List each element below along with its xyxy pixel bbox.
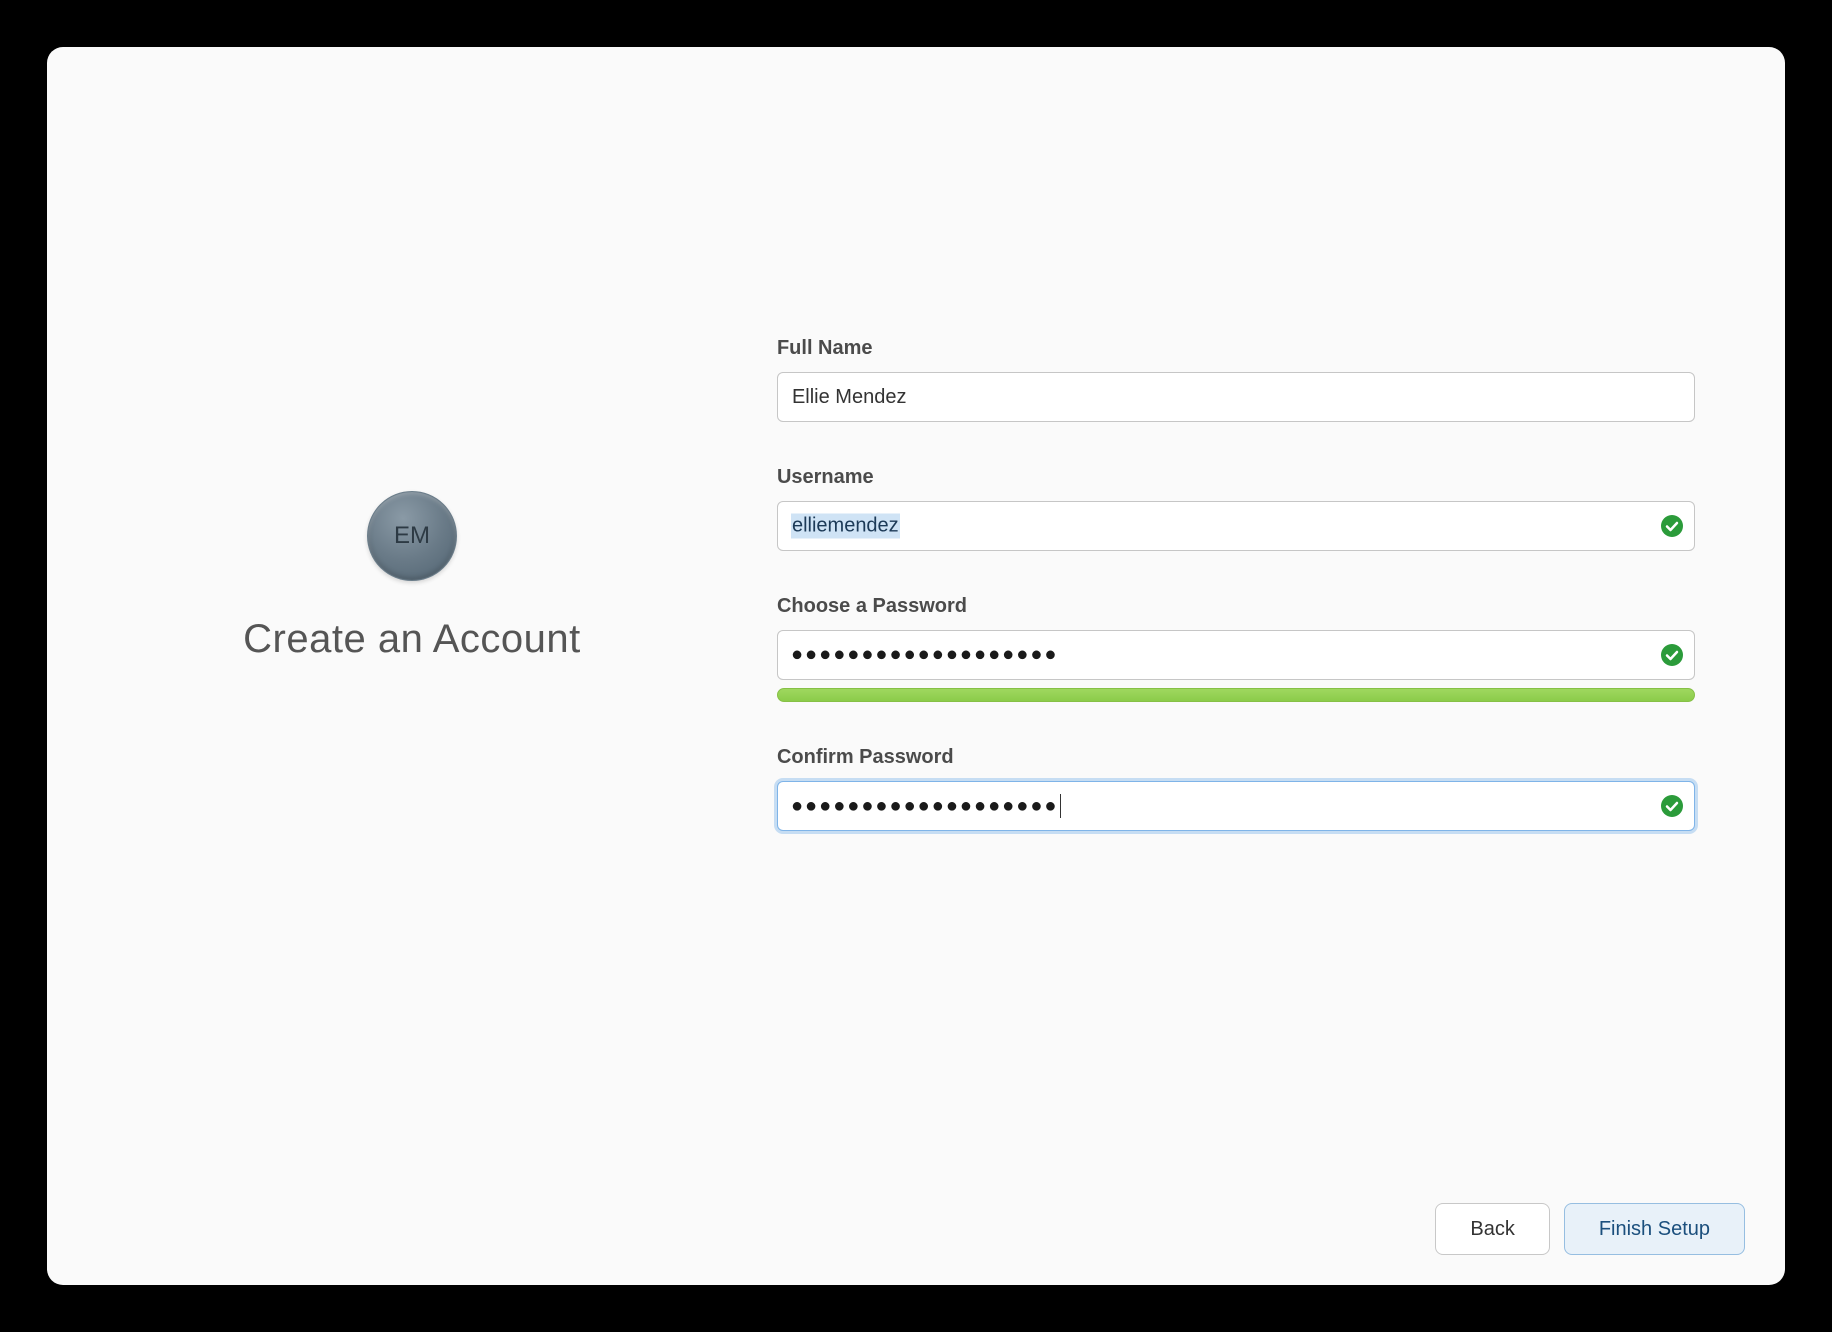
confirm-block: Confirm Password ●●●●●●●●●●●●●●●●●●● [777,746,1695,831]
check-icon [1661,515,1683,537]
form-pane: Full Name Username elliemendez Choose a … [777,47,1785,1285]
setup-window: EM Create an Account Full Name Username … [47,47,1785,1285]
username-block: Username elliemendez [777,466,1695,551]
password-strength-bar [777,688,1695,702]
password-block: Choose a Password ●●●●●●●●●●●●●●●●●●● [777,595,1695,702]
check-icon [1661,795,1683,817]
back-button[interactable]: Back [1435,1203,1549,1255]
avatar-initials: EM [394,522,430,550]
page-title: Create an Account [243,617,581,662]
password-field[interactable] [777,630,1695,680]
confirm-wrap: ●●●●●●●●●●●●●●●●●●● [777,781,1695,831]
left-pane: EM Create an Account [47,47,777,1285]
full-name-wrap [777,372,1695,422]
full-name-block: Full Name [777,337,1695,422]
username-field[interactable] [777,501,1695,551]
full-name-label: Full Name [777,337,1695,360]
finish-setup-button[interactable]: Finish Setup [1564,1203,1745,1255]
username-label: Username [777,466,1695,489]
footer-buttons: Back Finish Setup [1435,1203,1745,1255]
password-label: Choose a Password [777,595,1695,618]
confirm-label: Confirm Password [777,746,1695,769]
confirm-field[interactable] [777,781,1695,831]
password-wrap: ●●●●●●●●●●●●●●●●●●● [777,630,1695,680]
username-wrap: elliemendez [777,501,1695,551]
avatar: EM [367,491,457,581]
full-name-field[interactable] [777,372,1695,422]
check-icon [1661,644,1683,666]
